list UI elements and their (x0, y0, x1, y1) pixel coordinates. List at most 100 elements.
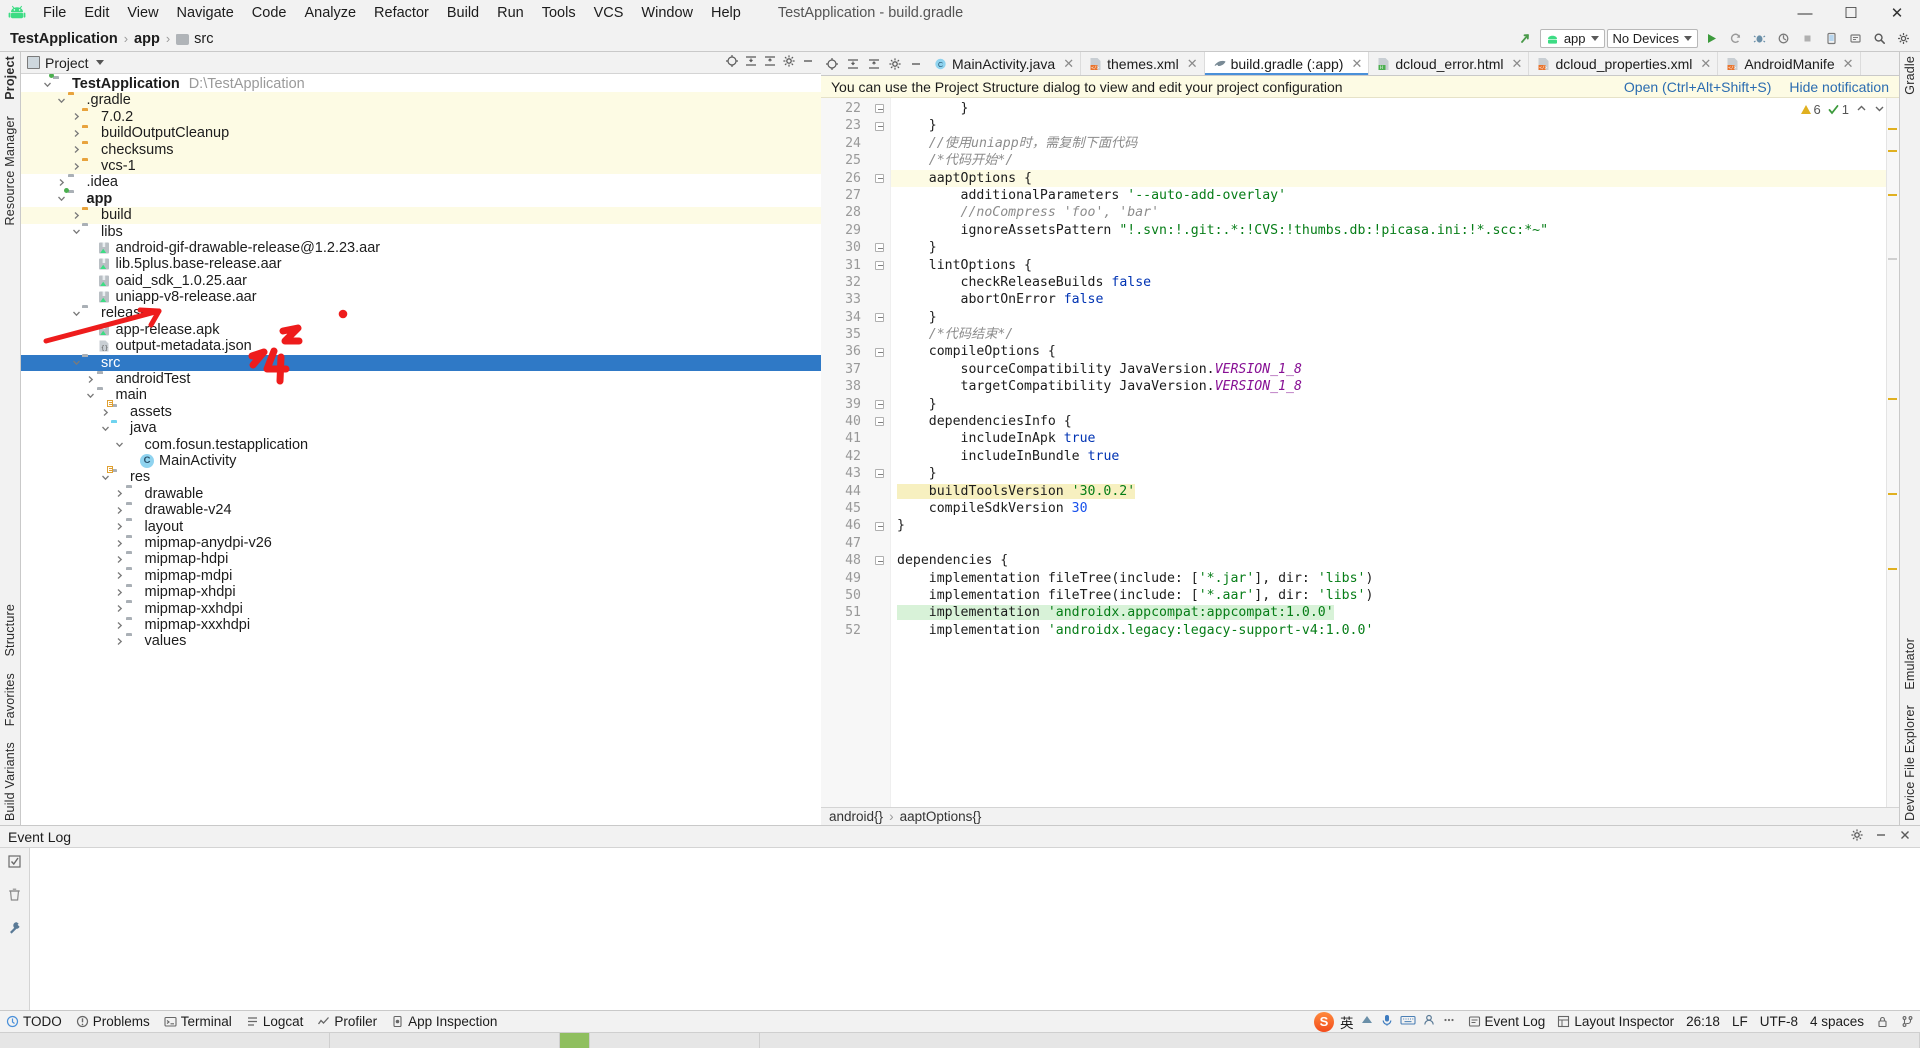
code-line[interactable]: } (891, 239, 1899, 256)
tree-node[interactable]: mipmap-hdpi (21, 551, 821, 567)
status-indent[interactable]: 4 spaces (1810, 1014, 1864, 1029)
tree-node[interactable]: lib.5plus.base-release.aar (21, 256, 821, 272)
menu-view[interactable]: View (118, 3, 167, 23)
breadcrumb-folder[interactable]: src (194, 31, 213, 47)
status-app-inspection[interactable]: App Inspection (391, 1014, 497, 1029)
chevron-down-icon[interactable] (70, 227, 82, 236)
tree-node[interactable]: mipmap-xhdpi (21, 584, 821, 600)
menu-refactor[interactable]: Refactor (365, 3, 438, 23)
chevron-down-icon[interactable] (85, 391, 97, 400)
fold-toggle-icon[interactable] (869, 100, 890, 117)
status-layout-inspector[interactable]: Layout Inspector (1557, 1014, 1674, 1029)
tree-node[interactable]: uniapp-v8-release.aar (21, 289, 821, 305)
chevron-right-icon[interactable] (85, 375, 97, 384)
editor-breadcrumb-android[interactable]: android{} (829, 809, 883, 824)
chevron-right-icon[interactable] (114, 555, 126, 564)
ime-tool-icon[interactable] (1360, 1013, 1374, 1030)
tray-more-icon[interactable] (1442, 1013, 1456, 1030)
code-line[interactable]: implementation 'androidx.legacy:legacy-s… (891, 622, 1899, 639)
code-line[interactable]: buildToolsVersion '30.0.2' (891, 483, 1899, 500)
fold-toggle-icon[interactable] (869, 343, 890, 360)
maximize-button[interactable]: ☐ (1828, 0, 1874, 26)
chevron-right-icon[interactable] (114, 637, 126, 646)
tree-node[interactable]: res (21, 465, 821, 485)
editor-tab[interactable]: </> dcloud_properties.xml ✕ (1529, 52, 1719, 75)
chevron-down-icon[interactable] (41, 80, 53, 89)
debug-icon[interactable] (1748, 29, 1770, 49)
status-event-log[interactable]: Event Log (1468, 1014, 1545, 1029)
tree-node[interactable]: C MainActivity (21, 453, 821, 469)
menu-run[interactable]: Run (488, 3, 533, 23)
menu-analyze[interactable]: Analyze (295, 3, 365, 23)
editor-collapse-icon[interactable] (863, 52, 884, 75)
gear-icon[interactable] (1850, 828, 1864, 846)
chevron-right-icon[interactable] (114, 506, 126, 515)
close-tab-icon[interactable]: ✕ (1700, 56, 1711, 72)
rail-button-emulator[interactable]: Emulator (1903, 638, 1917, 690)
code-line[interactable]: } (891, 517, 1899, 534)
chevron-down-icon[interactable] (70, 358, 82, 367)
fold-toggle-icon[interactable] (869, 517, 890, 534)
scroll-down-icon[interactable] (1874, 103, 1885, 117)
user-icon[interactable] (1422, 1013, 1436, 1030)
editor-expand-icon[interactable] (842, 52, 863, 75)
rail-button-device-file-explorer[interactable]: Device File Explorer (1903, 705, 1917, 821)
code-line[interactable]: } (891, 117, 1899, 134)
tree-node[interactable]: {} output-metadata.json (21, 338, 821, 354)
ime-language-indicator[interactable]: 英 (1340, 1012, 1354, 1032)
code-line[interactable]: implementation 'androidx.appcompat:appco… (891, 604, 1899, 621)
chevron-right-icon[interactable] (70, 145, 82, 154)
code-line[interactable]: additionalParameters '--auto-add-overlay… (891, 187, 1899, 204)
editor-tab[interactable]: </> AndroidManife ✕ (1718, 52, 1861, 75)
tree-node[interactable]: java (21, 420, 821, 436)
device-selector[interactable]: No Devices (1606, 29, 1698, 48)
open-project-structure-link[interactable]: Open (Ctrl+Alt+Shift+S) (1624, 79, 1771, 95)
tree-node[interactable]: libs (21, 224, 821, 240)
tree-node[interactable]: release (21, 305, 821, 321)
editor-tab[interactable]: build.gradle (:app) ✕ (1204, 52, 1370, 75)
menu-file[interactable]: File (34, 3, 75, 23)
close-icon[interactable] (1898, 828, 1912, 846)
tree-node[interactable]: src (21, 354, 821, 372)
tree-node[interactable]: app-release.apk (21, 322, 821, 338)
tree-node[interactable]: mipmap-mdpi (21, 568, 821, 584)
tree-node[interactable]: mipmap-xxhdpi (21, 601, 821, 617)
code-line[interactable]: compileOptions { (891, 343, 1899, 360)
tree-node[interactable]: assets (21, 400, 821, 420)
fold-toggle-icon[interactable] (869, 117, 890, 134)
profile-icon[interactable] (1772, 29, 1794, 49)
code-line[interactable]: targetCompatibility JavaVersion.VERSION_… (891, 378, 1899, 395)
fold-toggle-icon[interactable] (869, 170, 890, 187)
tree-node[interactable]: layout (21, 519, 821, 535)
run-configuration-selector[interactable]: app (1539, 29, 1605, 48)
code-line[interactable]: } (891, 396, 1899, 413)
tree-node[interactable]: vcs-1 (21, 157, 821, 175)
tree-node[interactable]: checksums (21, 141, 821, 158)
scroll-up-icon[interactable] (1856, 103, 1867, 117)
event-log-content[interactable] (30, 848, 1920, 1010)
tree-node[interactable]: app (21, 187, 821, 207)
chevron-right-icon[interactable] (114, 539, 126, 548)
code-line[interactable]: } (891, 100, 1899, 117)
tree-node[interactable]: .idea (21, 174, 821, 190)
tree-node[interactable]: drawable (21, 486, 821, 502)
hide-panel-icon[interactable] (801, 54, 815, 72)
chevron-right-icon[interactable] (70, 112, 82, 121)
code-line[interactable]: aaptOptions { (891, 169, 1899, 187)
menu-build[interactable]: Build (438, 3, 488, 23)
inspection-summary[interactable]: 6 1 (1800, 102, 1885, 117)
project-panel-title[interactable]: Project (27, 55, 104, 71)
tree-node[interactable]: com.fosun.testapplication (21, 437, 821, 453)
tree-node[interactable]: .gradle (21, 92, 821, 109)
tree-node[interactable]: build (21, 207, 821, 224)
microphone-icon[interactable] (1380, 1013, 1394, 1030)
status-todo[interactable]: TODO (6, 1014, 62, 1029)
code-fold-column[interactable] (869, 98, 891, 807)
chevron-down-icon[interactable] (99, 473, 111, 482)
menu-edit[interactable]: Edit (75, 3, 118, 23)
code-line[interactable]: abortOnError false (891, 291, 1899, 308)
status-logcat[interactable]: Logcat (246, 1014, 303, 1029)
close-tab-icon[interactable]: ✕ (1843, 56, 1854, 72)
fold-toggle-icon[interactable] (869, 239, 890, 256)
code-line[interactable]: } (891, 465, 1899, 482)
